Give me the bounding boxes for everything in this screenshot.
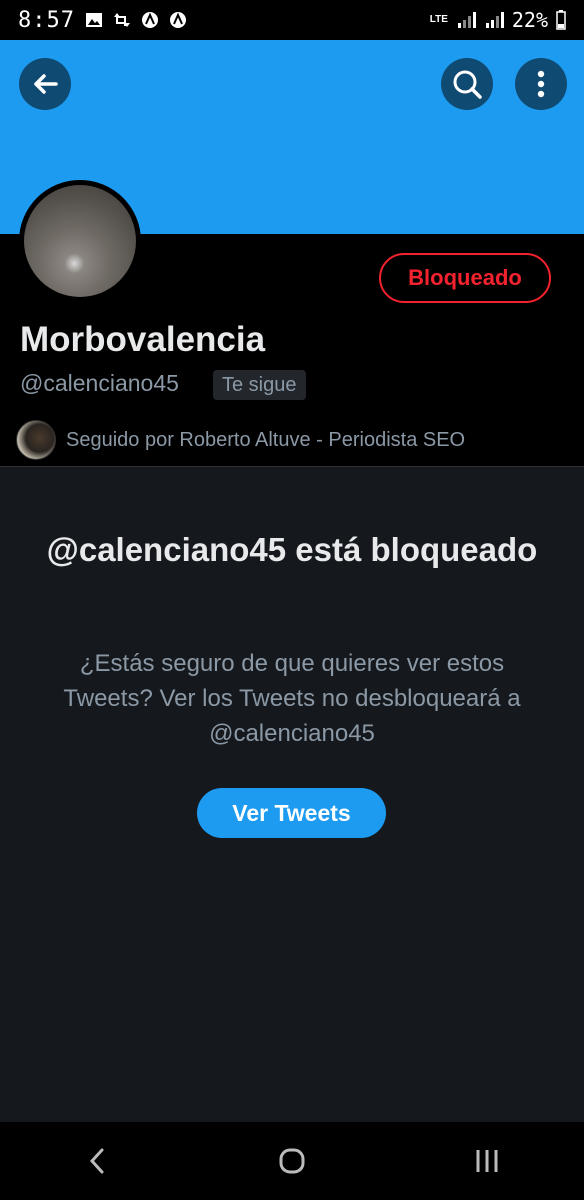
chevron-left-icon bbox=[90, 1148, 104, 1174]
status-left: 8:57 bbox=[18, 8, 187, 33]
more-options-button[interactable] bbox=[515, 58, 567, 110]
avatar-image bbox=[24, 185, 136, 297]
arrow-left-icon bbox=[34, 74, 58, 94]
back-button[interactable] bbox=[19, 58, 71, 110]
app-notification-icon-2 bbox=[169, 12, 186, 28]
divider bbox=[0, 466, 584, 467]
recents-icon bbox=[476, 1150, 498, 1172]
search-icon bbox=[453, 70, 482, 99]
nav-home-button[interactable] bbox=[252, 1131, 332, 1191]
profile-name: Morbovalencia bbox=[20, 320, 266, 359]
followed-by-row[interactable]: Seguido por Roberto Altuve - Periodista … bbox=[16, 420, 465, 460]
retweet-icon bbox=[113, 13, 130, 27]
profile-handle: @calenciano45 bbox=[20, 370, 179, 396]
status-time: 8:57 bbox=[18, 7, 75, 33]
profile-avatar[interactable] bbox=[19, 180, 141, 302]
battery-level: 22% bbox=[511, 8, 548, 32]
followed-by-text: Seguido por Roberto Altuve - Periodista … bbox=[66, 428, 466, 451]
status-right: LTE 22% bbox=[430, 8, 566, 32]
view-tweets-button[interactable]: Ver Tweets bbox=[197, 788, 386, 838]
follower-avatar bbox=[16, 420, 56, 460]
status-bar: 8:57 LTE 22% bbox=[0, 0, 584, 40]
nav-recents-button[interactable] bbox=[447, 1131, 527, 1191]
blocked-title: @calenciano45 está bloqueado bbox=[46, 531, 538, 568]
nav-back-button[interactable] bbox=[57, 1131, 137, 1191]
more-vertical-icon bbox=[537, 70, 545, 98]
app-notification-icon bbox=[141, 12, 158, 28]
network-type: LTE bbox=[429, 14, 448, 25]
home-circle-icon bbox=[279, 1148, 305, 1174]
signal-icon bbox=[457, 12, 476, 28]
search-button[interactable] bbox=[441, 58, 493, 110]
gallery-icon bbox=[85, 13, 102, 27]
battery-icon bbox=[556, 10, 566, 30]
blocked-description: ¿Estás seguro de que quieres ver estos T… bbox=[63, 650, 521, 747]
signal-icon-2 bbox=[485, 12, 504, 28]
follows-you-badge: Te sigue bbox=[213, 370, 306, 400]
system-navigation-bar bbox=[0, 1122, 584, 1200]
blocked-button[interactable]: Bloqueado bbox=[379, 253, 551, 303]
